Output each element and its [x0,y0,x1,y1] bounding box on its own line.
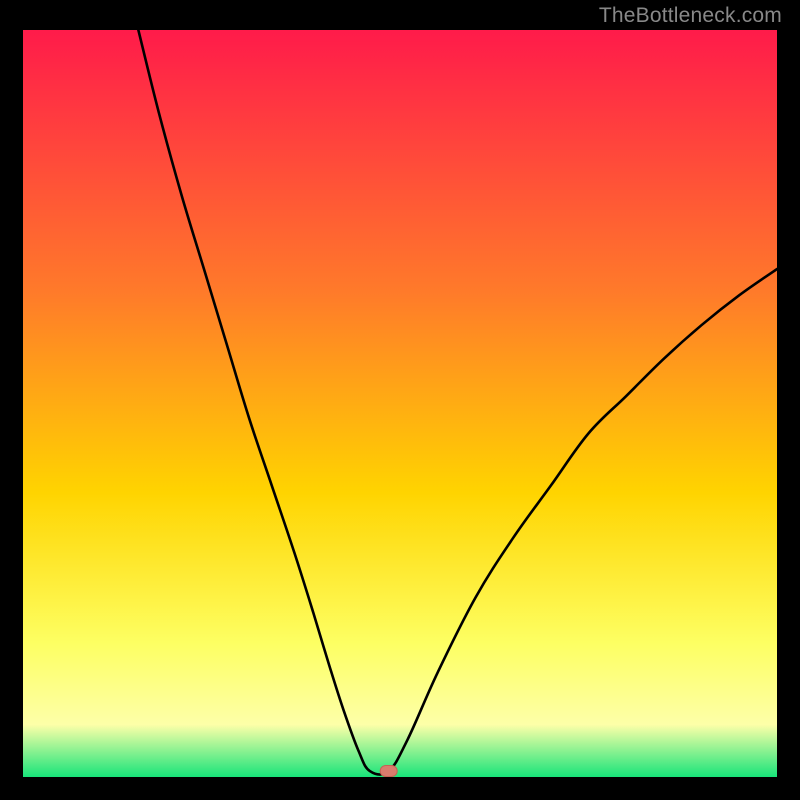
watermark-text: TheBottleneck.com [599,4,782,28]
gradient-background [23,30,777,777]
chart-svg [23,30,777,777]
chart-frame: TheBottleneck.com [0,0,800,800]
optimal-marker [380,766,397,777]
plot-area [23,30,777,777]
